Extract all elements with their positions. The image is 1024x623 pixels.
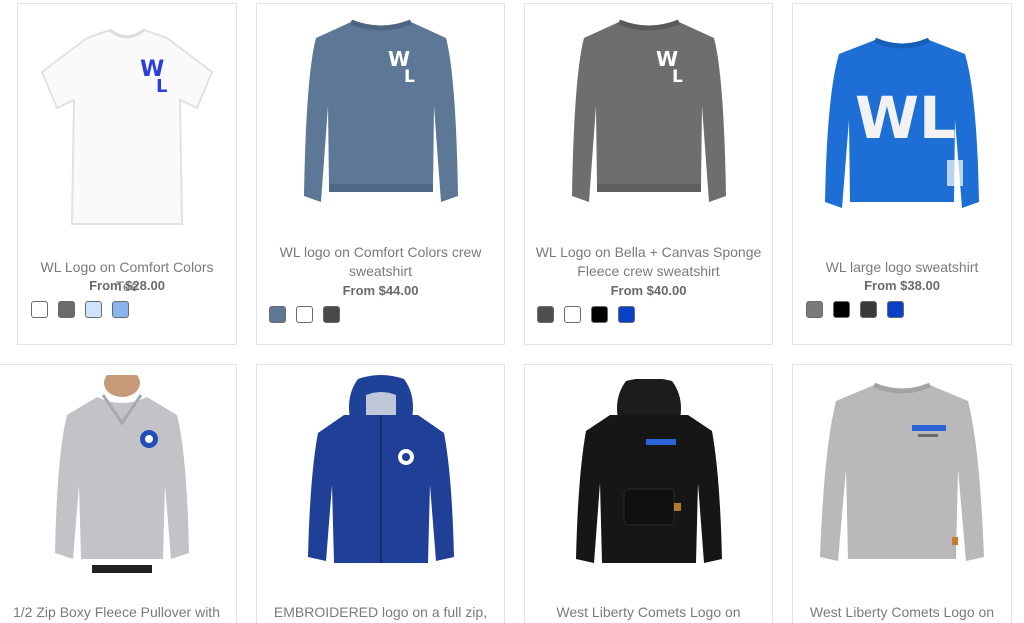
color-swatch[interactable]	[31, 301, 48, 318]
color-swatch[interactable]	[537, 306, 554, 323]
product-card[interactable]: West Liberty Comets Logo on	[524, 364, 773, 623]
gray-sweatshirt-icon[interactable]: W L	[525, 16, 772, 211]
color-swatch[interactable]	[591, 306, 608, 323]
navy-zip-jacket-icon[interactable]	[257, 375, 504, 575]
gray-crewneck-icon[interactable]	[793, 379, 1011, 569]
product-price: From $40.00	[610, 283, 687, 298]
product-title[interactable]: WL large logo sweatshirt	[803, 258, 1001, 277]
product-price: From $44.00	[342, 283, 419, 298]
color-swatch[interactable]	[323, 306, 340, 323]
color-swatch[interactable]	[296, 306, 313, 323]
product-title[interactable]: EMBROIDERED logo on a full zip,	[267, 603, 494, 622]
color-swatch[interactable]	[269, 306, 286, 323]
product-price: From $38.00	[864, 278, 940, 293]
color-swatch[interactable]	[618, 306, 635, 323]
color-swatch[interactable]	[833, 301, 850, 318]
product-title[interactable]: 1/2 Zip Boxy Fleece Pullover with	[7, 603, 226, 622]
product-card[interactable]: W L WL Logo on Bella + Canvas Sponge Fle…	[524, 3, 773, 345]
product-title[interactable]: West Liberty Comets Logo on	[803, 603, 1001, 622]
black-hoodie-icon[interactable]	[525, 379, 772, 569]
product-price: From $28.00	[89, 278, 165, 293]
color-swatches	[31, 301, 129, 318]
color-swatch[interactable]	[58, 301, 75, 318]
product-card[interactable]: W L WL Logo on Comfort Colors Tee From $…	[17, 3, 237, 345]
product-card[interactable]: WL WL large logo sweatshirt From $38.00	[792, 3, 1012, 345]
product-title[interactable]: West Liberty Comets Logo on	[535, 603, 762, 622]
product-title[interactable]: WL logo on Comfort Colors crew sweatshir…	[267, 243, 494, 281]
white-tshirt-icon[interactable]: W L	[18, 24, 236, 229]
color-swatches	[537, 306, 635, 323]
color-swatch[interactable]	[806, 301, 823, 318]
svg-text:WL: WL	[855, 84, 956, 152]
color-swatches	[806, 301, 904, 318]
product-card[interactable]: 1/2 Zip Boxy Fleece Pullover with	[0, 364, 237, 623]
product-card[interactable]: EMBROIDERED logo on a full zip,	[256, 364, 505, 623]
product-card[interactable]: West Liberty Comets Logo on	[792, 364, 1012, 623]
gray-half-zip-pullover-icon[interactable]	[7, 375, 236, 575]
color-swatch[interactable]	[564, 306, 581, 323]
color-swatch[interactable]	[112, 301, 129, 318]
blue-gray-sweatshirt-icon[interactable]: W L	[257, 16, 504, 211]
color-swatches	[269, 306, 340, 323]
svg-text:L: L	[156, 76, 167, 97]
color-swatch[interactable]	[85, 301, 102, 318]
blue-sweatshirt-icon[interactable]: WL	[793, 34, 1011, 214]
color-swatch[interactable]	[860, 301, 877, 318]
svg-text:L: L	[672, 67, 683, 87]
svg-text:L: L	[404, 67, 415, 87]
product-card[interactable]: W L WL logo on Comfort Colors crew sweat…	[256, 3, 505, 345]
product-title[interactable]: WL Logo on Bella + Canvas Sponge Fleece …	[535, 243, 762, 281]
color-swatch[interactable]	[887, 301, 904, 318]
